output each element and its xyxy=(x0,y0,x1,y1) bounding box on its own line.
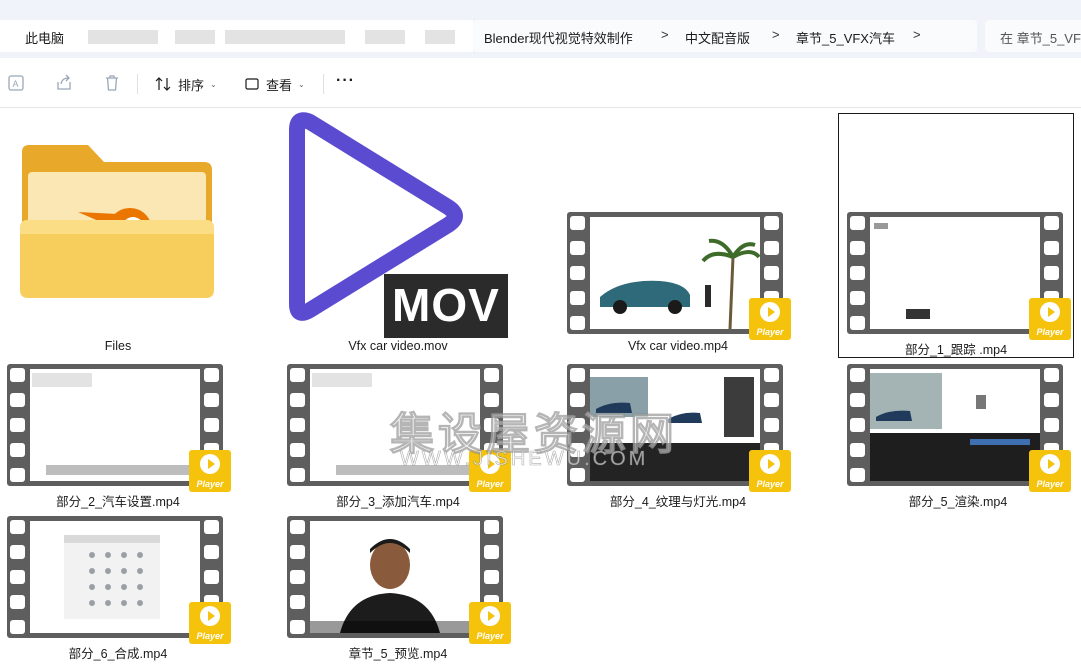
chevron-right-icon[interactable]: > xyxy=(661,27,669,42)
breadcrumb[interactable]: Blender现代视觉特效制作 > 中文配音版 > 章节_5_VFX汽车 > xyxy=(473,20,977,52)
svg-text:A: A xyxy=(13,79,19,89)
file-name: 部分_2_汽车设置.mp4 xyxy=(56,495,180,509)
command-bar: A 排序 ⌄ 查看 ⌄ ··· xyxy=(0,58,1081,108)
breadcrumb-item[interactable]: 中文配音版 xyxy=(685,28,750,47)
file-name: Files xyxy=(104,339,132,353)
breadcrumb-item[interactable]: Blender现代视觉特效制作 xyxy=(484,28,633,47)
view-button[interactable]: 查看 ⌄ xyxy=(244,72,305,96)
address-bar[interactable]: 此电脑 Blender现代视觉特效制作 > 中文配音版 > 章节_5_VFX汽车… xyxy=(0,14,1081,58)
title-strip xyxy=(0,0,1081,14)
file-item[interactable]: Player 章节_5_预览.mp4 xyxy=(280,514,516,664)
file-item[interactable]: MOV Vfx car video.mov xyxy=(280,108,516,358)
video-thumbnail: Player xyxy=(567,212,791,340)
file-item[interactable]: Player 部分_2_汽车设置.mp4 xyxy=(0,362,236,512)
player-badge-icon: Player xyxy=(189,450,231,492)
player-badge-icon: Player xyxy=(1029,450,1071,492)
file-name: 部分_1_跟踪 .mp4 xyxy=(904,343,1008,357)
player-badge-icon: Player xyxy=(189,602,231,644)
sort-button[interactable]: 排序 ⌄ xyxy=(154,72,217,96)
file-name: 部分_5_渲染.mp4 xyxy=(908,495,1008,509)
toolbar-divider xyxy=(323,74,324,94)
mov-badge: MOV xyxy=(392,279,500,331)
file-item[interactable]: Player Vfx car video.mp4 xyxy=(560,108,796,358)
redacted-path xyxy=(365,30,405,44)
file-name: Vfx car video.mov xyxy=(348,339,448,353)
breadcrumb-left[interactable]: 此电脑 xyxy=(0,20,473,52)
chevron-down-icon: ⌄ xyxy=(210,79,217,89)
chevron-down-icon: ⌄ xyxy=(298,79,305,89)
file-item[interactable]: Player 部分_6_合成.mp4 xyxy=(0,514,236,664)
sort-icon xyxy=(155,77,171,91)
file-item-selected[interactable]: Player 部分_1_跟踪 .mp4 xyxy=(838,113,1074,358)
search-placeholder: 在 章节_5_VFX xyxy=(1000,31,1081,46)
video-thumbnail: Player xyxy=(7,516,231,644)
video-thumbnail: Player xyxy=(847,364,1071,492)
more-options-button[interactable]: ··· xyxy=(336,72,355,90)
redacted-path xyxy=(425,30,455,44)
redacted-path xyxy=(88,30,158,44)
toolbar-divider xyxy=(137,74,138,94)
view-icon xyxy=(245,78,259,90)
file-item[interactable]: Player 部分_5_渲染.mp4 xyxy=(840,362,1076,512)
file-item[interactable]: Files xyxy=(0,108,236,358)
sort-label: 排序 xyxy=(178,77,205,93)
video-thumbnail: Player xyxy=(847,212,1071,340)
video-thumbnail: Player xyxy=(7,364,231,492)
view-label: 查看 xyxy=(266,77,293,93)
file-grid: Files MOV Vfx car video.mov Player Vfx c… xyxy=(0,108,1081,671)
breadcrumb-this-pc[interactable]: 此电脑 xyxy=(25,28,64,47)
player-badge-icon: Player xyxy=(469,602,511,644)
redacted-path xyxy=(175,30,215,44)
search-input[interactable]: 在 章节_5_VFX xyxy=(985,20,1081,52)
redacted-path xyxy=(225,30,345,44)
file-name: 部分_4_纹理与灯光.mp4 xyxy=(609,495,747,509)
file-name: Vfx car video.mp4 xyxy=(627,339,729,353)
share-icon[interactable] xyxy=(54,73,74,93)
player-badge-icon: Player xyxy=(1029,298,1071,340)
folder-icon xyxy=(20,145,214,298)
file-name: 章节_5_预览.mp4 xyxy=(348,647,448,661)
watermark-url: WWW.JISHEWU.COM xyxy=(400,448,649,471)
file-name: 部分_6_合成.mp4 xyxy=(68,647,168,661)
video-thumbnail: Player xyxy=(287,516,511,644)
delete-icon[interactable] xyxy=(102,73,122,93)
chevron-right-icon[interactable]: > xyxy=(772,27,780,42)
breadcrumb-item[interactable]: 章节_5_VFX汽车 xyxy=(796,28,895,47)
player-badge-icon: Player xyxy=(749,450,791,492)
file-name: 部分_3_添加汽车.mp4 xyxy=(336,495,460,509)
rename-icon[interactable]: A xyxy=(6,73,26,93)
player-badge-icon: Player xyxy=(749,298,791,340)
chevron-right-icon[interactable]: > xyxy=(913,27,921,42)
